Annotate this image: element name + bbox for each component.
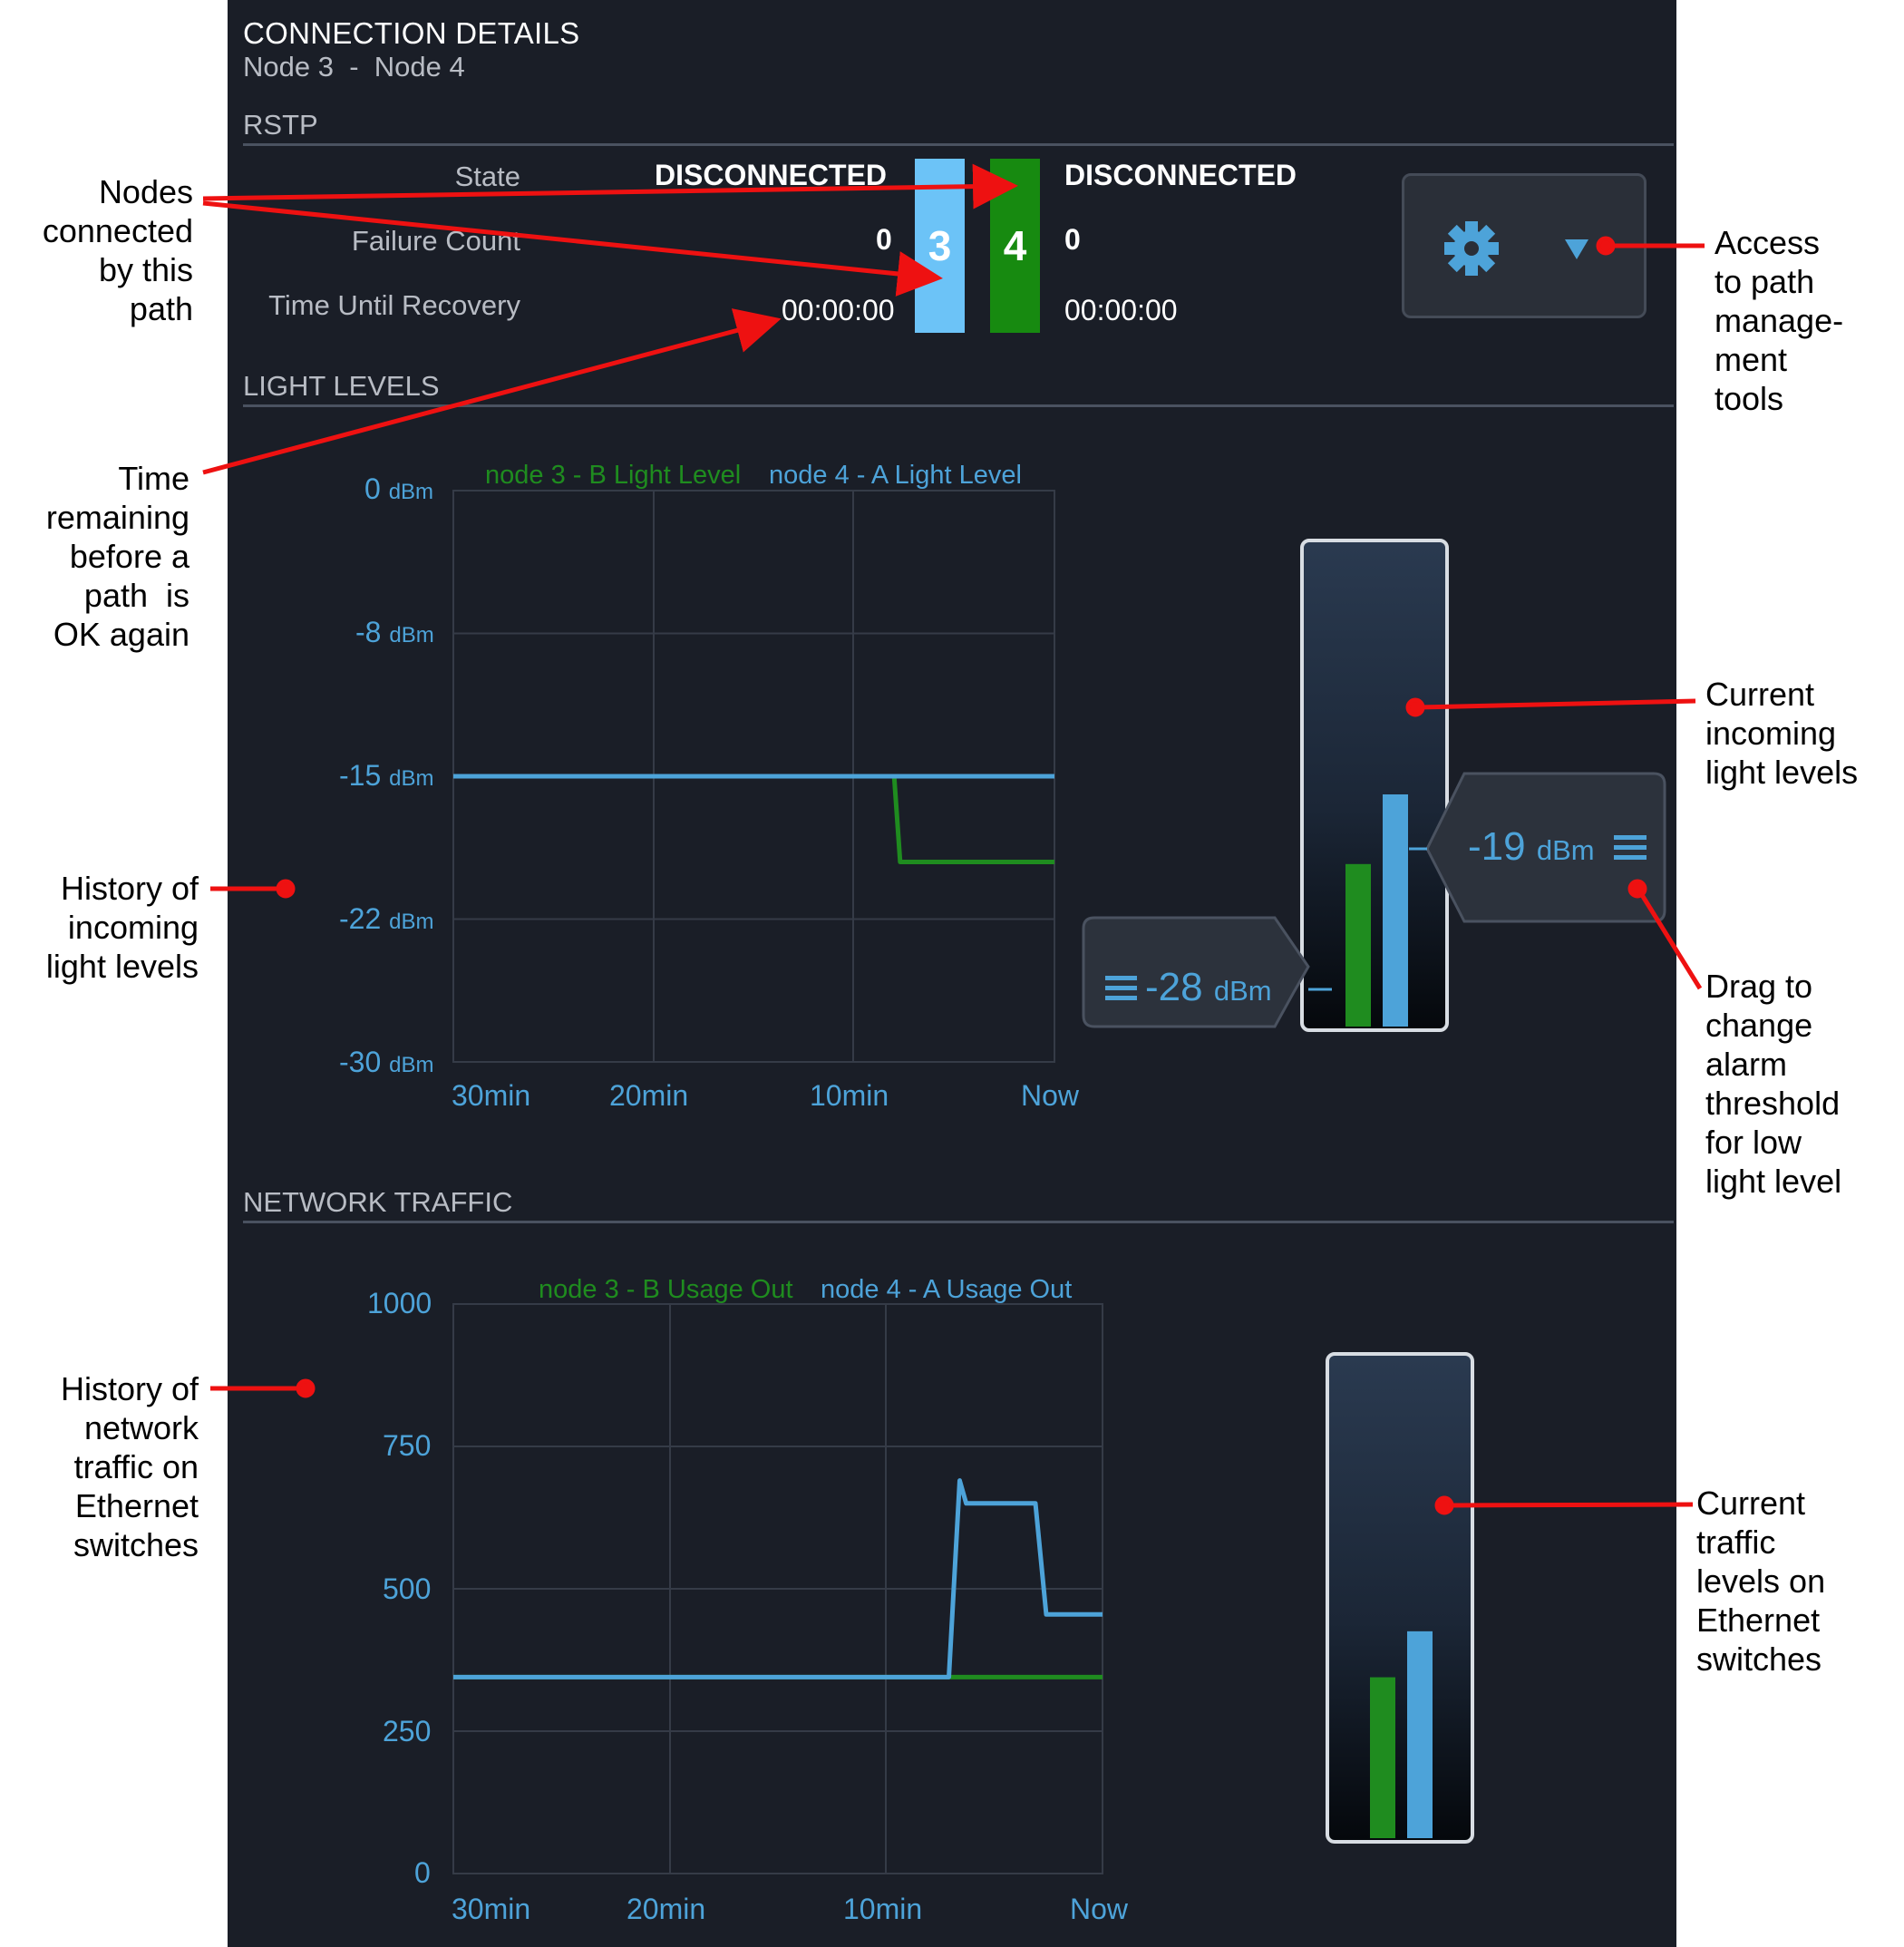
low-alarm-value: -28 dBm: [1145, 965, 1272, 1009]
charts-layer: [452, 490, 1433, 1874]
light-current-bar-2: [1383, 794, 1408, 1027]
annotation-drag-alarm: Drag to change alarm threshold for low l…: [1705, 968, 1842, 1200]
annotation-history-traffic: History of network traffic on Ethernet s…: [60, 1370, 199, 1563]
traffic-current-bar-1: [1370, 1677, 1395, 1838]
annotation-nodes: Nodes connected by this path: [42, 173, 193, 327]
annotation-current-light: Current incoming light levels: [1705, 676, 1859, 791]
high-alarm-value: -19 dBm: [1468, 824, 1595, 869]
high-alarm-handle-icon[interactable]: [1614, 835, 1647, 860]
annotation-time-remaining: Time remaining before a path is OK again: [45, 460, 189, 653]
annotation-current-traffic: Current traffic levels on Ethernet switc…: [1696, 1485, 1826, 1678]
light-current-bar-1: [1345, 863, 1371, 1027]
annotation-history-light: History of incoming light levels: [45, 870, 199, 985]
traffic-current-bar-2: [1407, 1631, 1433, 1838]
annotation-access-tools: Access to path manage- ment tools: [1715, 224, 1844, 417]
light-series-line-1: [453, 774, 1054, 864]
traffic-series-line-2: [453, 1478, 1103, 1679]
low-alarm-handle-icon[interactable]: [1105, 976, 1137, 1000]
